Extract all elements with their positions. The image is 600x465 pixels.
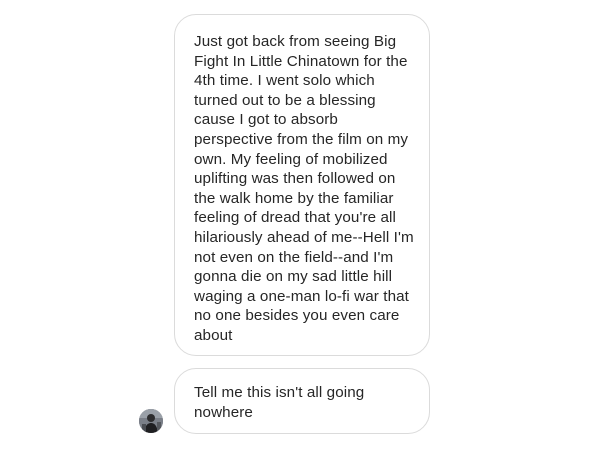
avatar[interactable] — [139, 409, 163, 433]
message-text: Just got back from seeing Big Fight In L… — [194, 33, 414, 344]
message-text: Tell me this isn't all going nowhere — [194, 384, 365, 421]
message-bubble[interactable]: Tell me this isn't all going nowhere — [174, 368, 430, 434]
user-avatar-photo-icon — [139, 409, 163, 433]
message-thread: Just got back from seeing Big Fight In L… — [0, 0, 600, 465]
message-bubble[interactable]: Just got back from seeing Big Fight In L… — [174, 14, 430, 356]
